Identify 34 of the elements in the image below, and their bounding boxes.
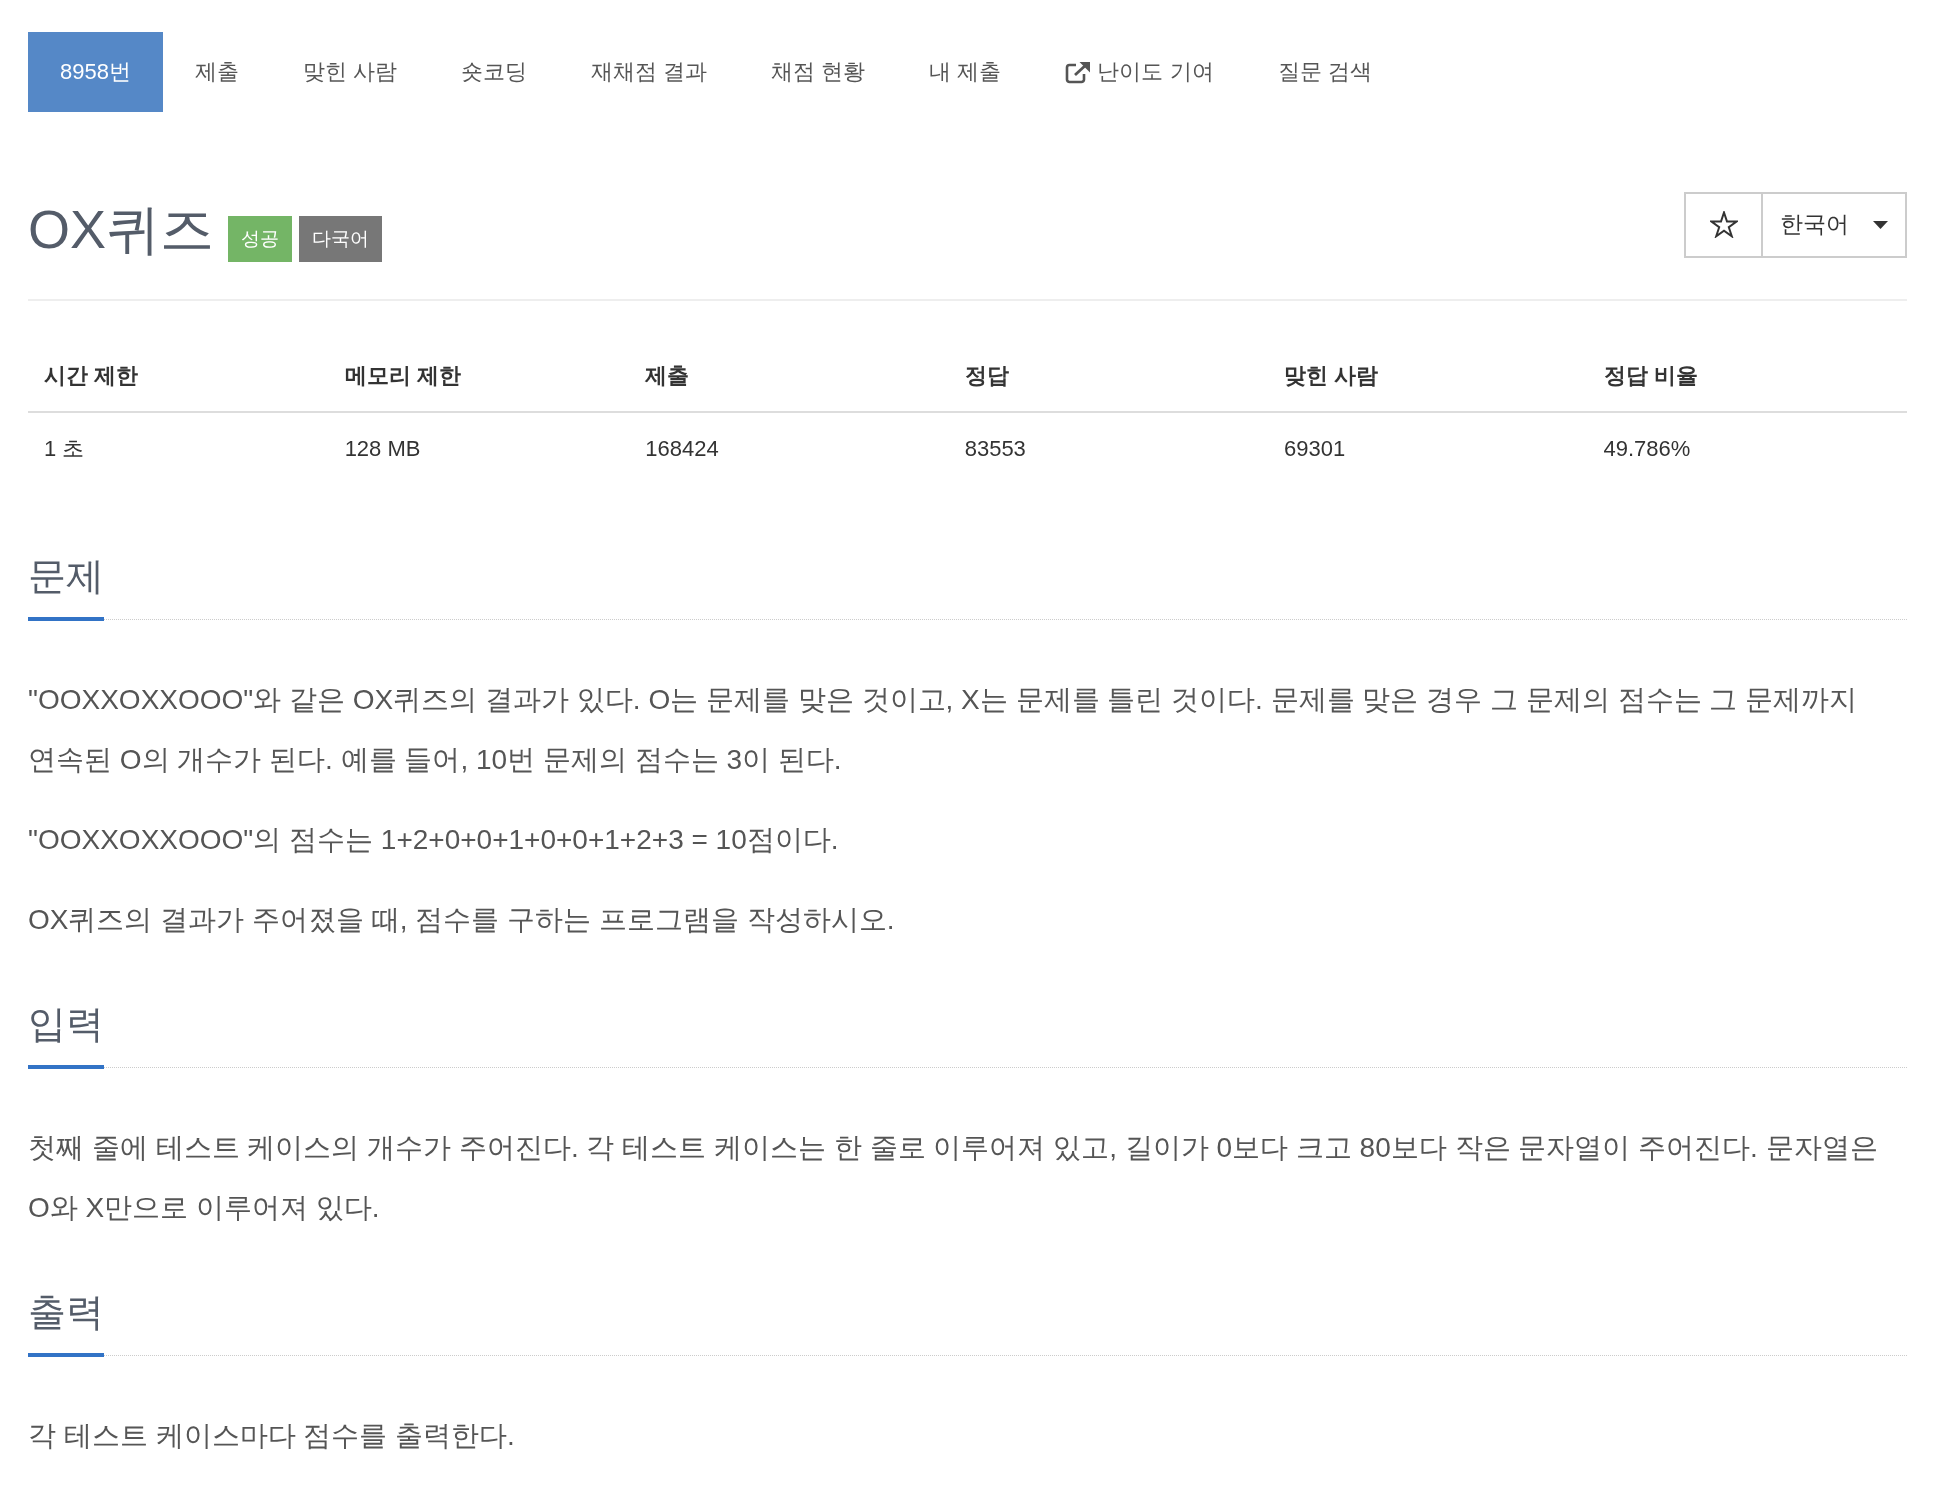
nav-tab[interactable]: 내 제출 xyxy=(897,32,1034,112)
section-heading: 입력 xyxy=(28,1002,104,1047)
nav-tab[interactable]: 8958번 xyxy=(28,32,163,112)
nav-tab[interactable]: 맞힌 사람 xyxy=(270,32,430,112)
status-label: 성공 xyxy=(228,215,293,262)
nav-tab[interactable]: 채점 현황 xyxy=(739,32,898,112)
nav-tab[interactable]: 난이도 기여 xyxy=(1033,32,1246,112)
table-cell: 83553 xyxy=(948,412,1269,484)
nav-tab[interactable]: 재채점 결과 xyxy=(559,32,740,112)
problem-title: OX퀴즈 xyxy=(28,198,215,262)
column-header: 정답 비율 xyxy=(1587,340,1907,412)
nav-tab[interactable]: 숏코딩 xyxy=(429,32,560,112)
column-header: 제출 xyxy=(629,340,949,412)
paragraph: "OOXXOXXOOO"의 점수는 1+2+0+0+1+0+0+1+2+3 = 10점이다. xyxy=(28,823,840,857)
caret-icon xyxy=(1873,220,1888,229)
column-header: 메모리 제한 xyxy=(328,340,630,412)
paragraph: "OOXXOXXOOO"와 같은 OX퀴즈의 결과가 있다. O는 문제를 맞은 것이고, X는 문제를 틀린 것이다. 문제를 맞은 경우 그 문제의 점수는 그 문제까지 연속된 O의 개수가 된다. 예를 들어, 10번 문제의 점수는 3이 된다. xyxy=(28,683,1859,777)
table-cell: 1 초 xyxy=(28,412,329,484)
nav-tab[interactable]: 제출 xyxy=(162,32,271,112)
nav-tab[interactable]: 질문 검색 xyxy=(1245,32,1404,112)
paragraph: 각 테스트 케이스마다 점수를 출력한다. xyxy=(28,1419,516,1453)
column-header: 맞힌 사람 xyxy=(1268,340,1588,412)
table-cell: 128 MB xyxy=(328,412,630,484)
paragraph: OX퀴즈의 결과가 주어졌을 때, 점수를 구하는 프로그램을 작성하시오. xyxy=(28,903,896,937)
column-header: 정답 xyxy=(948,340,1269,412)
external-link-icon xyxy=(1065,60,1092,84)
table-cell: 168424 xyxy=(629,412,949,484)
column-header: 시간 제한 xyxy=(28,340,329,412)
status-label: 다국어 xyxy=(299,215,383,262)
section-heading: 출력 xyxy=(28,1290,104,1335)
paragraph: 첫째 줄에 테스트 케이스의 개수가 주어진다. 각 테스트 케이스는 한 줄로 이루어져 있고, 길이가 0보다 크고 80보다 작은 문자열이 주어진다. 문자열은 O와 X만으로 이루어져 있다. xyxy=(28,1131,1879,1225)
table-cell: 49.786% xyxy=(1587,412,1907,484)
section-heading: 문제 xyxy=(28,554,104,599)
table-cell: 69301 xyxy=(1268,412,1588,484)
